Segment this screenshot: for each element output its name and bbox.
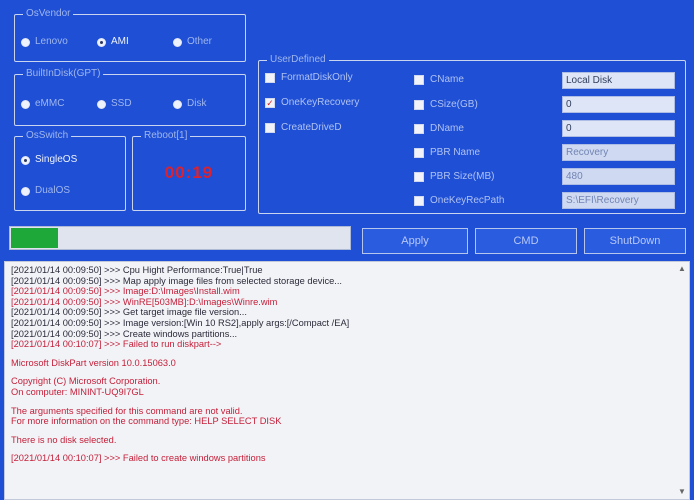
log-line: [2021/01/14 00:09:50] >>> Cpu Hight Perf… bbox=[11, 265, 263, 275]
osswitch-group: OsSwitch SingleOS DualOS bbox=[14, 129, 126, 211]
log-output[interactable]: [2021/01/14 00:09:50] >>> Cpu Hight Perf… bbox=[4, 261, 690, 500]
log-lines: [2021/01/14 00:09:50] >>> Cpu Hight Perf… bbox=[5, 262, 689, 464]
checkbox-label: PBR Size(MB) bbox=[430, 171, 495, 182]
log-line: [2021/01/14 00:09:50] >>> Create windows… bbox=[11, 328, 238, 339]
log-line: [2021/01/14 00:09:50] >>> WinRE[503MB]:D… bbox=[11, 296, 278, 307]
radio-label: Lenovo bbox=[35, 36, 68, 47]
dname-checkbox[interactable]: DName bbox=[414, 123, 464, 135]
log-line: [2021/01/14 00:09:50] >>> Image version:… bbox=[11, 317, 350, 328]
checkbox-label: CName bbox=[430, 74, 464, 85]
progress-fill bbox=[11, 228, 59, 248]
log-line: [2021/01/14 00:09:50] >>> Get target ima… bbox=[11, 307, 247, 318]
log-spacer bbox=[5, 350, 689, 358]
log-line: There is no disk selected. bbox=[11, 434, 117, 445]
checkbox-box bbox=[265, 123, 275, 133]
log-line: [2021/01/14 00:09:50] >>> Image:D:\Image… bbox=[11, 286, 240, 297]
checkbox-box bbox=[414, 196, 424, 206]
checkbox-label: CreateDriveD bbox=[281, 122, 342, 133]
radio-indicator bbox=[21, 155, 30, 165]
log-line: Microsoft DiskPart version 10.0.15063.0 bbox=[11, 357, 176, 368]
onekey-rec-path-checkbox[interactable]: OneKeyRecPath bbox=[414, 195, 505, 207]
checkbox-label: DName bbox=[430, 123, 464, 134]
user-defined-group: UserDefined FormatDiskOnly ✓ OneKeyRecov… bbox=[258, 53, 686, 214]
shutdown-button[interactable]: ShutDown bbox=[584, 228, 686, 254]
radio-indicator bbox=[21, 186, 30, 196]
radio-indicator bbox=[97, 99, 106, 109]
log-line: Copyright (C) Microsoft Corporation. bbox=[11, 376, 161, 387]
radio-label: Disk bbox=[187, 98, 207, 109]
cname-field[interactable]: Local Disk bbox=[562, 72, 675, 89]
cname-checkbox[interactable]: CName bbox=[414, 74, 464, 86]
checkbox-box bbox=[414, 124, 424, 134]
reboot-group-title: Reboot[1] bbox=[141, 129, 191, 143]
radio-label: SingleOS bbox=[35, 154, 78, 165]
checkbox-box bbox=[265, 73, 275, 83]
dname-field[interactable]: 0 bbox=[562, 120, 675, 137]
builtin-disk-group-title: BuiltInDisk(GPT) bbox=[23, 67, 104, 81]
checkbox-label: FormatDiskOnly bbox=[281, 72, 353, 83]
osvendor-group-title: OsVendor bbox=[23, 7, 74, 21]
log-line: The arguments specified for this command… bbox=[11, 405, 243, 416]
radio-indicator bbox=[97, 37, 106, 47]
osswitch-group-title: OsSwitch bbox=[23, 129, 72, 143]
pbr-size-checkbox[interactable]: PBR Size(MB) bbox=[414, 171, 494, 183]
checkmark-icon: ✓ bbox=[265, 98, 275, 108]
deploy-tool-window: OsVendor Lenovo AMI Other BuiltInDisk(GP… bbox=[0, 0, 694, 500]
osvendor-group: OsVendor Lenovo AMI Other bbox=[14, 7, 246, 62]
scroll-up-icon[interactable]: ▲ bbox=[677, 264, 687, 274]
pbr-name-checkbox[interactable]: PBR Name bbox=[414, 147, 480, 159]
builtin-disk-option-disk[interactable]: Disk bbox=[173, 98, 206, 110]
checkbox-label: PBR Name bbox=[430, 147, 481, 158]
radio-label: eMMC bbox=[35, 98, 65, 109]
builtin-disk-option-emmc[interactable]: eMMC bbox=[21, 98, 64, 110]
checkbox-box bbox=[414, 75, 424, 85]
checkbox-box bbox=[414, 172, 424, 182]
osvendor-option-other[interactable]: Other bbox=[173, 36, 212, 48]
apply-button[interactable]: Apply bbox=[362, 228, 468, 254]
reboot-countdown: 00:19 bbox=[164, 163, 214, 182]
log-spacer bbox=[5, 368, 689, 376]
osswitch-option-dualos[interactable]: DualOS bbox=[21, 185, 70, 197]
log-spacer bbox=[5, 427, 689, 435]
progress-bar bbox=[9, 226, 351, 250]
checkbox-box bbox=[414, 148, 424, 158]
log-line: [2021/01/14 00:10:07] >>> Failed to run … bbox=[11, 339, 222, 350]
log-line: [2021/01/14 00:09:50] >>> Map apply imag… bbox=[11, 275, 343, 286]
csize-field[interactable]: 0 bbox=[562, 96, 675, 113]
log-line: For more information on the command type… bbox=[11, 416, 282, 427]
one-key-recovery-checkbox[interactable]: ✓ OneKeyRecovery bbox=[265, 97, 359, 109]
radio-label: Other bbox=[187, 36, 213, 47]
log-spacer bbox=[5, 445, 689, 453]
create-drive-d-checkbox[interactable]: CreateDriveD bbox=[265, 122, 342, 134]
builtin-disk-group: BuiltInDisk(GPT) eMMC SSD Disk bbox=[14, 67, 246, 126]
radio-indicator bbox=[21, 37, 30, 47]
radio-indicator bbox=[21, 99, 30, 109]
checkbox-box bbox=[414, 100, 424, 110]
format-disk-only-checkbox[interactable]: FormatDiskOnly bbox=[265, 72, 353, 84]
csize-checkbox[interactable]: CSize(GB) bbox=[414, 99, 478, 111]
user-defined-group-title: UserDefined bbox=[267, 53, 329, 67]
radio-indicator bbox=[173, 37, 182, 47]
osvendor-option-lenovo[interactable]: Lenovo bbox=[21, 36, 68, 48]
radio-indicator bbox=[173, 99, 182, 109]
log-line: On computer: MININT-UQ9I7GL bbox=[11, 386, 144, 397]
scroll-down-icon[interactable]: ▼ bbox=[677, 487, 687, 497]
log-line: [2021/01/14 00:10:07] >>> Failed to crea… bbox=[11, 453, 266, 464]
log-spacer bbox=[5, 398, 689, 406]
builtin-disk-option-ssd[interactable]: SSD bbox=[97, 98, 132, 110]
reboot-group: Reboot[1] 00:19 bbox=[132, 129, 246, 211]
checkbox-label: CSize(GB) bbox=[430, 99, 478, 110]
checkbox-label: OneKeyRecPath bbox=[430, 195, 505, 206]
checkbox-label: OneKeyRecovery bbox=[281, 97, 360, 108]
pbr-size-field[interactable]: 480 bbox=[562, 168, 675, 185]
radio-label: DualOS bbox=[35, 185, 71, 196]
onekey-rec-path-field[interactable]: S:\EFI\Recovery bbox=[562, 192, 675, 209]
osvendor-option-ami[interactable]: AMI bbox=[97, 36, 129, 48]
radio-label: AMI bbox=[111, 36, 129, 47]
pbr-name-field[interactable]: Recovery bbox=[562, 144, 675, 161]
osswitch-option-singleos[interactable]: SingleOS bbox=[21, 154, 77, 166]
radio-label: SSD bbox=[111, 98, 132, 109]
cmd-button[interactable]: CMD bbox=[475, 228, 577, 254]
